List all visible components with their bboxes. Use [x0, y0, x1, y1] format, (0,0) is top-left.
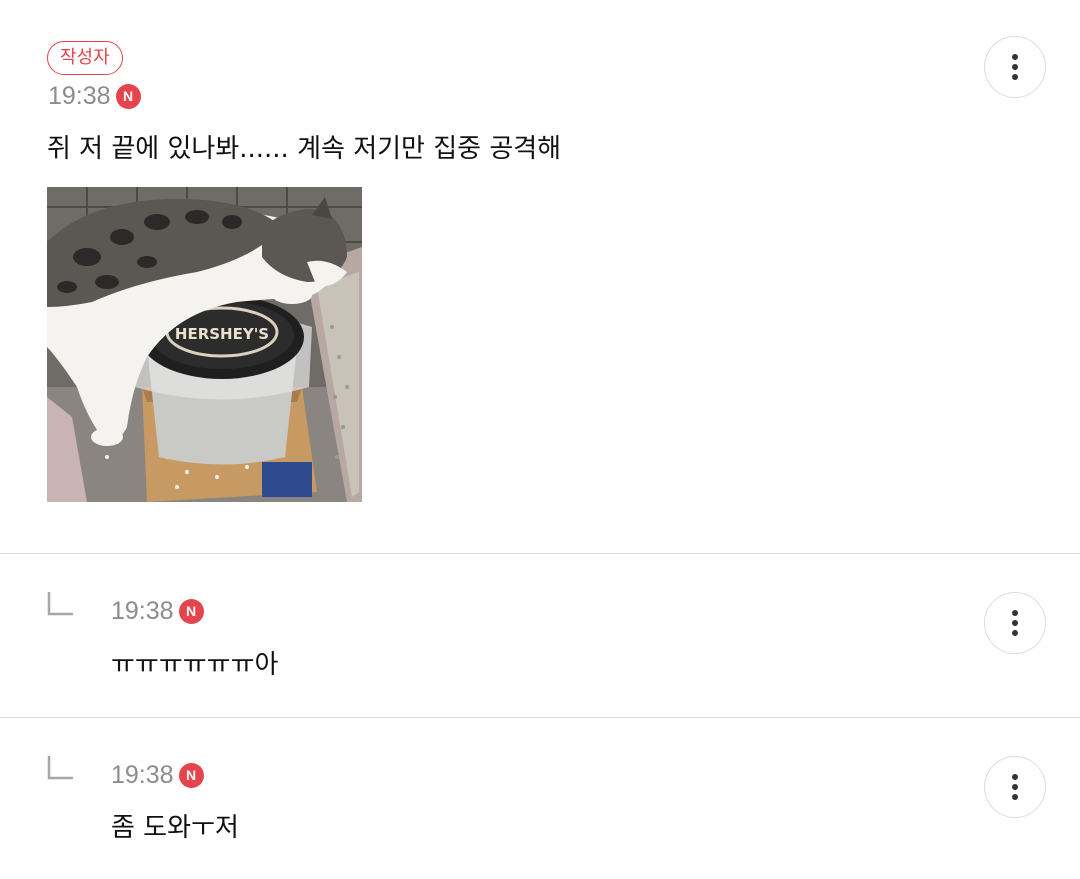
comment-text: ㅠㅠㅠㅠㅠㅠ아 [111, 650, 279, 680]
comment-time: 19:38 [111, 597, 174, 625]
reply-arrow-icon [47, 756, 73, 780]
comment-photo[interactable]: HERSHEY'S [47, 187, 362, 502]
comment-time: 19:38 [48, 82, 111, 110]
comment-text: 쥐 저 끝에 있나봐...... 계속 저기만 집중 공격해 [47, 134, 562, 164]
more-options-button[interactable] [984, 756, 1046, 818]
reply-arrow-icon [47, 592, 73, 616]
comment-meta: 19:38 N [111, 760, 204, 790]
author-badge: 작성자 [47, 41, 123, 75]
comment-meta: 19:38 N [48, 81, 141, 111]
new-badge: N [178, 598, 204, 624]
comment-text: 좀 도와ㅜ저 [111, 813, 239, 843]
comment-meta: 19:38 N [111, 596, 204, 626]
new-badge: N [115, 83, 141, 109]
comment-time: 19:38 [111, 761, 174, 789]
comment-item: 작성자 19:38 N 쥐 저 끝에 있나봐...... 계속 저기만 집중 공… [0, 0, 1080, 554]
reply-item: 19:38 N 좀 도와ㅜ저 [0, 718, 1080, 878]
more-vertical-icon [1012, 54, 1018, 80]
bucket-label-text: HERSHEY'S [175, 325, 269, 343]
more-vertical-icon [1012, 774, 1018, 800]
reply-item: 19:38 N ㅠㅠㅠㅠㅠㅠ아 [0, 554, 1080, 718]
more-vertical-icon [1012, 610, 1018, 636]
new-badge: N [178, 762, 204, 788]
more-options-button[interactable] [984, 36, 1046, 98]
more-options-button[interactable] [984, 592, 1046, 654]
